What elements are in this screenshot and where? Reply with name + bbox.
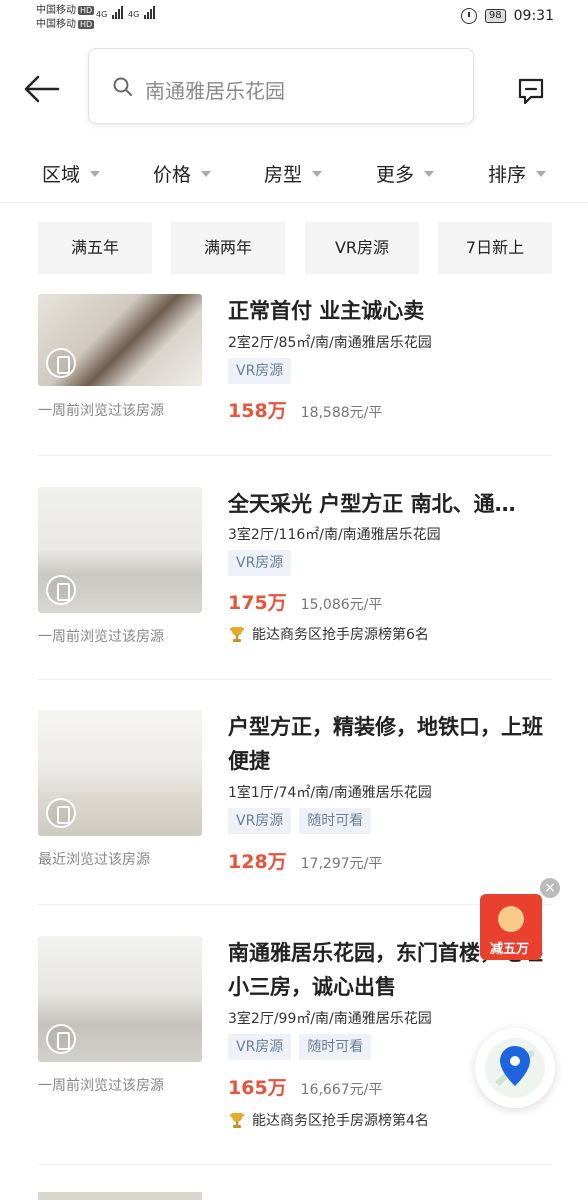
quick-tags: 满五年 满两年 VR房源 7日新上	[38, 222, 552, 274]
hd-badge-1: HD	[78, 6, 95, 15]
listing-item[interactable]: 一周前浏览过该房源 全天采光 户型方正 南北、通… 3室2厅/116㎡/南/南通…	[38, 487, 552, 653]
message-icon[interactable]	[516, 76, 546, 106]
badge-vr: VR房源	[228, 358, 292, 384]
filter-region[interactable]: 区域	[42, 160, 101, 187]
filter-sort[interactable]: 排序	[488, 160, 547, 187]
filter-bar: 区域 价格 房型 更多 排序	[0, 150, 588, 203]
status-right: 98 09:31	[460, 8, 554, 24]
listing-photo	[38, 936, 202, 1062]
carrier-1: 中国移动	[36, 5, 76, 16]
hd-badge-2: HD	[78, 20, 95, 29]
listing-price: 158万 18,588元/平	[228, 396, 382, 423]
vr-icon	[46, 798, 76, 828]
viewed-note: 一周前浏览过该房源	[38, 1078, 164, 1094]
search-input-text: 南通雅居乐花园	[145, 79, 285, 103]
caret-down-icon	[90, 170, 101, 177]
promo-widget[interactable]: × 减五万	[474, 878, 574, 968]
listing-price: 128万 17,297元/平	[228, 847, 382, 874]
listing-title: 正常首付 业主诚心卖	[228, 299, 425, 323]
badge-vr: VR房源	[228, 808, 292, 834]
total-price: 158万	[228, 400, 287, 422]
caret-down-icon	[312, 170, 323, 177]
total-price: 128万	[228, 851, 287, 873]
search-icon	[113, 77, 132, 96]
map-button[interactable]	[475, 1028, 555, 1108]
trophy-icon	[230, 1113, 244, 1128]
filter-more[interactable]: 更多	[376, 160, 435, 187]
tag-five-years[interactable]: 满五年	[38, 222, 152, 274]
listing-info: 2室2厅/85㎡/南/南通雅居乐花园	[228, 335, 432, 351]
tag-two-years[interactable]: 满两年	[171, 222, 285, 274]
back-arrow-icon[interactable]	[22, 74, 60, 104]
rank-note: 能达商务区抢手房源榜第4名	[228, 1110, 429, 1130]
caret-down-icon	[201, 170, 212, 177]
status-bar: 中国移动 HD 中国移动 HD 4G 4G 98 09:31	[0, 0, 588, 36]
listing-photo	[38, 487, 202, 613]
signal-2: 4G	[128, 6, 156, 19]
rank-note: 能达商务区抢手房源榜第6名	[228, 624, 429, 644]
vr-icon	[46, 348, 76, 378]
alarm-icon	[460, 8, 477, 24]
listing-info: 1室1厅/74㎡/南/南通雅居乐花园	[228, 785, 432, 801]
divider	[38, 455, 552, 456]
divider	[38, 1164, 552, 1165]
caret-down-icon	[536, 170, 547, 177]
unit-price: 16,667元/平	[300, 1082, 383, 1098]
signal-bars-icon	[111, 6, 124, 19]
map-pin-icon	[485, 1038, 545, 1098]
close-icon[interactable]: ×	[540, 878, 560, 898]
listing-photo	[38, 294, 202, 386]
listing-info: 3室2厅/116㎡/南/南通雅居乐花园	[228, 527, 441, 543]
viewed-note: 最近浏览过该房源	[38, 852, 150, 868]
listing-photo	[38, 710, 202, 836]
tag-new-7days[interactable]: 7日新上	[438, 222, 552, 274]
caret-down-icon	[424, 170, 435, 177]
total-price: 175万	[228, 592, 287, 614]
badge-vr: VR房源	[228, 1034, 292, 1060]
tag-vr[interactable]: VR房源	[305, 222, 419, 274]
divider	[38, 679, 552, 680]
unit-price: 17,297元/平	[300, 856, 383, 872]
listing-title: 户型方正，精装修，地铁口，上班便捷	[228, 715, 543, 773]
vr-icon	[46, 575, 76, 605]
battery-icon: 98	[484, 9, 506, 23]
listing-photo-partial	[38, 1192, 202, 1200]
listing-price: 165万 16,667元/平	[228, 1073, 382, 1100]
filter-price[interactable]: 价格	[153, 160, 212, 187]
listing-badges: VR房源 随时可看	[228, 1034, 372, 1060]
listing-title: 全天采光 户型方正 南北、通…	[228, 492, 516, 516]
viewed-note: 一周前浏览过该房源	[38, 629, 164, 645]
search-box[interactable]: 南通雅居乐花园	[88, 48, 474, 124]
clock: 09:31	[513, 8, 554, 24]
signal-1: 4G	[96, 6, 124, 19]
unit-price: 15,086元/平	[300, 597, 383, 613]
listing-badges: VR房源	[228, 358, 292, 384]
promo-label: 减五万	[488, 938, 532, 957]
search-header: 南通雅居乐花园	[0, 48, 588, 128]
vr-icon	[46, 1024, 76, 1054]
unit-price: 18,588元/平	[300, 405, 383, 421]
listing-badges: VR房源 随时可看	[228, 808, 372, 834]
filter-layout[interactable]: 房型	[264, 160, 323, 187]
listing-item[interactable]: 一周前浏览过该房源 正常首付 业主诚心卖 2室2厅/85㎡/南/南通雅居乐花园 …	[38, 294, 552, 444]
badge-viewable: 随时可看	[299, 808, 372, 834]
badge-vr: VR房源	[228, 550, 292, 576]
signal-bars-icon	[143, 6, 156, 19]
listing-badges: VR房源	[228, 550, 292, 576]
total-price: 165万	[228, 1077, 287, 1099]
listing-item[interactable]: 最近浏览过该房源 户型方正，精装修，地铁口，上班便捷 1室1厅/74㎡/南/南通…	[38, 710, 552, 876]
carrier-2: 中国移动	[36, 19, 76, 30]
carrier-info: 中国移动 HD 中国移动 HD	[36, 4, 95, 32]
listing-price: 175万 15,086元/平	[228, 588, 382, 615]
viewed-note: 一周前浏览过该房源	[38, 403, 164, 419]
listing-info: 3室2厅/99㎡/南/南通雅居乐花园	[228, 1011, 432, 1027]
badge-viewable: 随时可看	[299, 1034, 372, 1060]
trophy-icon	[230, 627, 244, 642]
